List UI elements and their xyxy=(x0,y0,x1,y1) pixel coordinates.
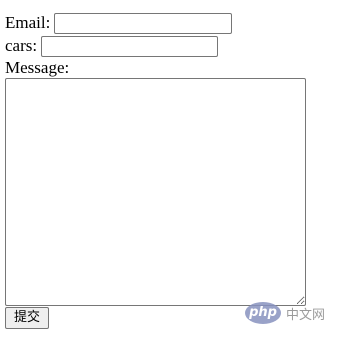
cars-field[interactable] xyxy=(41,35,219,57)
submit-button[interactable]: 提交 xyxy=(5,307,49,329)
message-label: Message: xyxy=(5,58,70,77)
message-textarea[interactable] xyxy=(5,78,306,306)
cars-label: cars: xyxy=(5,36,38,55)
page: Email: cars: Message: 提交 php 中文网 xyxy=(0,0,342,345)
cars-row: cars: xyxy=(5,35,219,57)
watermark-site-text: 中文网 xyxy=(286,307,326,323)
email-row: Email: xyxy=(5,12,233,34)
php-logo-icon: php xyxy=(245,302,281,324)
email-field[interactable] xyxy=(54,12,233,34)
site-watermark: php 中文网 xyxy=(245,302,325,324)
email-label: Email: xyxy=(5,13,51,32)
